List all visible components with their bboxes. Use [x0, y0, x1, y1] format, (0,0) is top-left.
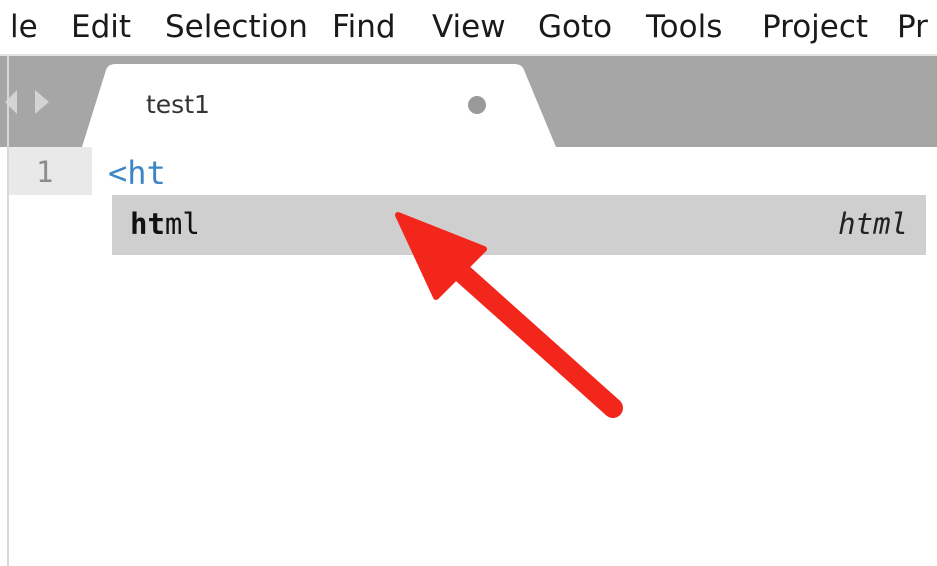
menu-edit[interactable]: Edit	[71, 8, 131, 46]
menu-view[interactable]: View	[432, 8, 506, 46]
line-number: 1	[36, 155, 54, 189]
window-left-border	[7, 55, 9, 566]
code-line[interactable]: <ht	[108, 155, 166, 191]
menu-goto[interactable]: Goto	[538, 8, 612, 46]
unsaved-dot-icon[interactable]	[468, 96, 486, 114]
completion-matched-text: ht	[130, 207, 165, 241]
autocomplete-popup[interactable]: html html	[112, 195, 926, 255]
completion-trigger[interactable]: html	[130, 206, 200, 242]
completion-hint: html	[838, 207, 908, 241]
completion-rest-text: ml	[164, 207, 200, 241]
menu-preferences[interactable]: Pr	[897, 8, 928, 46]
tab-title[interactable]: test1	[146, 89, 210, 121]
tab-nav-arrows-icon[interactable]	[5, 84, 55, 120]
tab-bar: test1	[0, 56, 937, 147]
menu-file[interactable]: le	[10, 8, 38, 46]
menu-project[interactable]: Project	[762, 8, 868, 46]
menu-find[interactable]: Find	[332, 8, 396, 46]
line-gutter: 1	[9, 147, 92, 195]
editor-window: le Edit Selection Find View Goto Tools P…	[0, 0, 937, 566]
menu-bar: le Edit Selection Find View Goto Tools P…	[0, 0, 937, 54]
menu-selection[interactable]: Selection	[165, 8, 308, 46]
menu-tools[interactable]: Tools	[646, 8, 722, 46]
